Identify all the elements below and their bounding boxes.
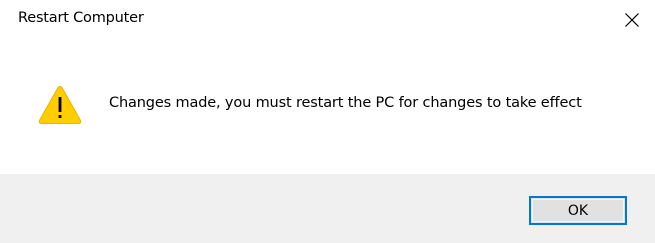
message-text: Changes made, you must restart the PC fo… bbox=[109, 95, 582, 111]
close-icon bbox=[625, 13, 639, 27]
window-title: Restart Computer bbox=[18, 10, 144, 26]
ok-button[interactable]: OK bbox=[529, 196, 627, 225]
title-bar[interactable]: Restart Computer bbox=[0, 0, 655, 40]
restart-dialog: Restart Computer Changes made, you must … bbox=[0, 0, 655, 243]
dialog-content: Changes made, you must restart the PC fo… bbox=[0, 40, 655, 174]
ok-button-label: OK bbox=[567, 202, 589, 219]
warning-icon bbox=[38, 85, 82, 124]
button-bar: OK bbox=[0, 174, 655, 243]
close-button[interactable] bbox=[609, 0, 655, 40]
